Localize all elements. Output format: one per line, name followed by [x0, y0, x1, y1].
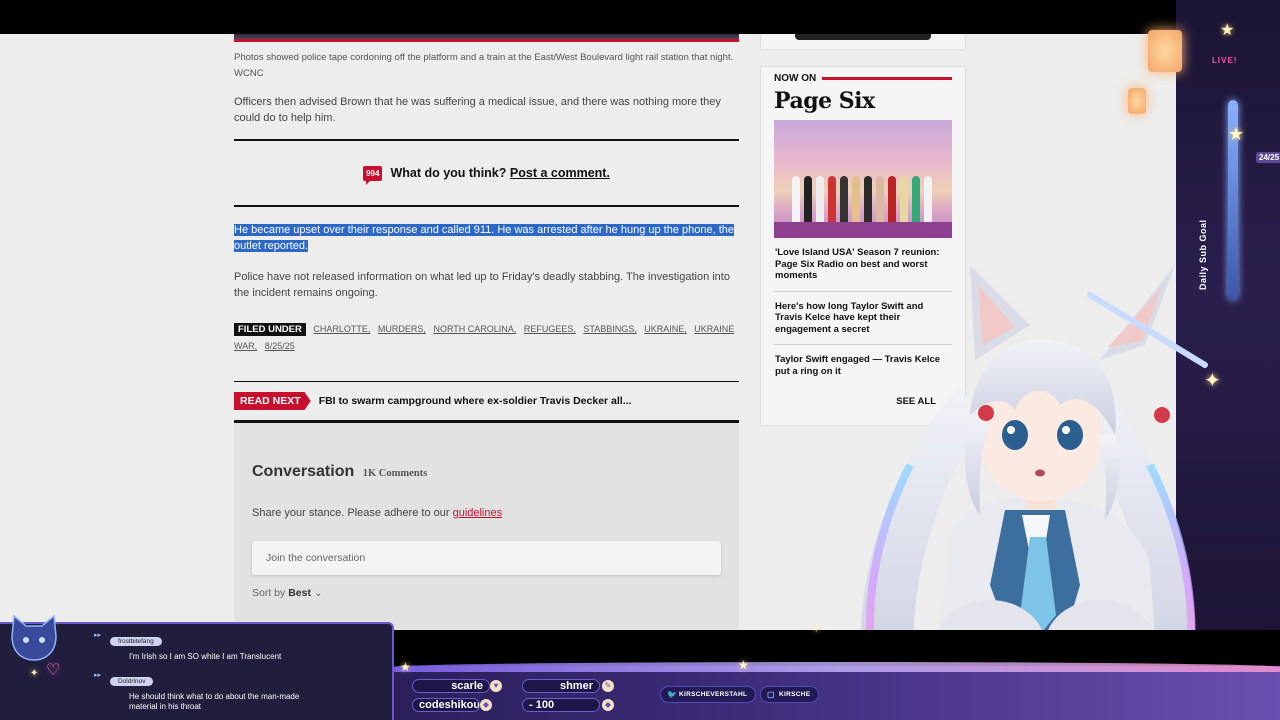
cat-mascot-icon [11, 614, 57, 661]
bottom-wave [394, 662, 1280, 672]
chat-text: He should think what to do about the man… [129, 692, 300, 711]
lantern-decoration [1148, 30, 1182, 72]
article-paragraph: Officers then advised Brown that he was … [234, 96, 721, 124]
tag-date[interactable]: 8/25/25 [265, 341, 295, 351]
filed-under-tags: FILED UNDER CHARLOTTE, MURDERS, NORTH CA… [234, 321, 739, 355]
image-figure [804, 176, 812, 224]
ticker-field: codeshikou [412, 698, 480, 712]
star-icon: ★ [1220, 22, 1235, 39]
sparkle-icon: ✦ [812, 624, 821, 635]
ticker-field: shmer [522, 679, 600, 693]
twitch-handle[interactable]: ▢ KIRSCHE [760, 686, 820, 703]
image-figure [912, 176, 920, 224]
diamond-icon: ◆ [480, 699, 492, 711]
article-photo-bottom [234, 34, 739, 42]
now-on-text: NOW ON [774, 73, 817, 84]
image-figure [852, 176, 860, 224]
page-six-image[interactable] [774, 120, 952, 238]
tag-link[interactable]: CHARLOTTE, [313, 324, 370, 334]
tag-link[interactable]: STABBINGS, [583, 324, 636, 334]
selected-text[interactable]: He became upset over their response and … [234, 224, 735, 252]
sparkle-icon: ✦ [30, 668, 39, 679]
chat-username[interactable]: frostbitefang [110, 637, 162, 646]
sort-label: Sort by [252, 587, 286, 599]
tag-link[interactable]: NORTH CAROLINA, [433, 324, 516, 334]
top-black-bar [0, 0, 1280, 34]
ticker-field: - 100 [522, 698, 600, 712]
chat-message: ▸▸ Doldrinov He should think what to do … [94, 670, 329, 712]
tag-link[interactable]: REFUGEES, [524, 324, 576, 334]
read-next-title[interactable]: FBI to swarm campground where ex-soldier… [319, 395, 632, 407]
tag-link[interactable]: MURDERS, [378, 324, 426, 334]
play-icon: ▸▸ [94, 632, 102, 639]
read-next[interactable]: READ NEXT FBI to swarm campground where … [234, 381, 739, 410]
now-on-label: NOW ON [774, 73, 952, 84]
star-icon: ★ [1228, 124, 1245, 144]
twitch-handle-text: KIRSCHE [779, 691, 811, 698]
bottom-dark-strip [394, 630, 1280, 666]
twitter-icon: 🐦 [667, 690, 678, 699]
sort-control[interactable]: Sort by Best ⌄ [252, 587, 721, 599]
conversation-count: 1K Comments [362, 468, 428, 479]
twitter-handle-text: KIRSCHEVERSTAHL [679, 691, 748, 698]
heart-icon: ♡ [46, 662, 61, 679]
star-icon: ★ [738, 658, 749, 672]
ad-pill [795, 34, 931, 40]
chevron-down-icon[interactable]: ⌄ [314, 587, 323, 599]
image-figure [888, 176, 896, 224]
diamond-icon: ◆ [602, 699, 614, 711]
tag-link[interactable]: UKRAINE, [644, 324, 687, 334]
filed-under-label: FILED UNDER [234, 323, 306, 336]
comment-question: What do you think? Post a comment. [390, 166, 609, 180]
lantern-decoration [1128, 88, 1146, 114]
photo-caption: Photos showed police tape cordoning off … [234, 52, 734, 63]
chat-text: I'm Irish so I am SO white I am Transluc… [129, 652, 282, 661]
image-figure [816, 176, 824, 224]
twitch-icon: ▢ [767, 690, 775, 699]
sort-value[interactable]: Best [288, 587, 311, 599]
chat-username[interactable]: Doldrinov [110, 677, 154, 686]
read-next-badge: READ NEXT [234, 392, 311, 410]
pencil-icon: ✎ [602, 680, 614, 692]
image-figure [792, 176, 800, 224]
guidelines-link[interactable]: guidelines [453, 507, 503, 519]
photo-credit: WCNC [234, 68, 264, 79]
image-stage [774, 222, 952, 238]
star-icon: ★ [400, 660, 411, 674]
ticker-field: scarle [412, 679, 490, 693]
image-figure [876, 176, 884, 224]
image-figure [900, 176, 908, 224]
conversation-prompt-text: Share your stance. Please adhere to our [252, 507, 450, 519]
join-conversation-input[interactable]: Join the conversation [252, 541, 721, 575]
article-paragraph: Police have not released information on … [234, 271, 730, 299]
comment-question-text: What do you think? [390, 166, 507, 180]
chat-message: ▸▸ frostbitefang I'm Irish so I am SO wh… [94, 630, 329, 662]
image-figure [924, 176, 932, 224]
image-figure [828, 176, 836, 224]
article-body: Photos showed police tape cordoning off … [234, 34, 739, 630]
conversation-prompt: Share your stance. Please adhere to our … [252, 507, 721, 519]
sub-goal-count: 24/25 [1256, 152, 1280, 163]
article-paragraph-selected: He became upset over their response and … [234, 222, 739, 254]
play-icon: ▸▸ [94, 672, 102, 679]
image-figure [864, 176, 872, 224]
heart-icon: ♥ [490, 680, 502, 692]
conversation-section: Conversation 1K Comments Share your stan… [234, 420, 739, 630]
comment-count-badge[interactable]: 994 [363, 165, 383, 185]
image-figure [840, 176, 848, 224]
live-badge: LIVE! [1212, 56, 1238, 65]
comment-prompt: 994 What do you think? Post a comment. [234, 139, 739, 207]
twitter-handle[interactable]: 🐦 KIRSCHEVERSTAHL [660, 686, 757, 703]
sidebar-ad-slot [760, 34, 966, 50]
page-six-logo[interactable]: Page Six [774, 88, 952, 114]
conversation-title: Conversation [252, 463, 355, 480]
post-comment-link[interactable]: Post a comment. [510, 166, 610, 180]
